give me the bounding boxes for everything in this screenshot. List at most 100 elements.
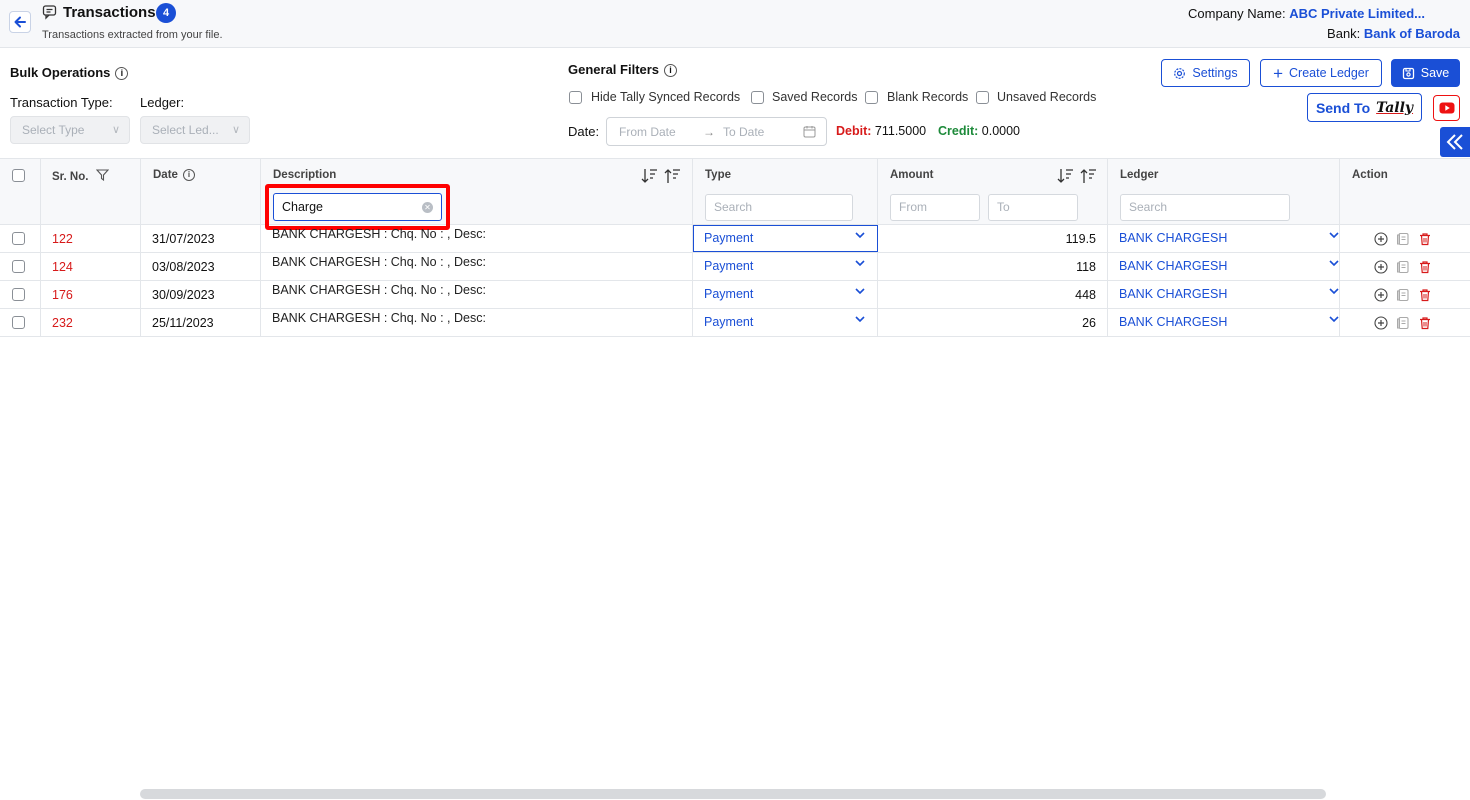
info-icon[interactable]: i bbox=[664, 64, 678, 78]
type-select[interactable]: Payment bbox=[704, 231, 753, 245]
youtube-icon bbox=[1439, 102, 1454, 114]
collapse-panel-button[interactable] bbox=[1440, 127, 1470, 157]
row-checkbox[interactable] bbox=[12, 288, 25, 301]
ledger-select[interactable]: BANK CHARGESH bbox=[1119, 287, 1227, 301]
amount-to-input[interactable]: To bbox=[988, 194, 1078, 221]
copy-icon[interactable] bbox=[1396, 316, 1410, 330]
add-icon[interactable] bbox=[1374, 232, 1388, 246]
saved-records-checkbox[interactable] bbox=[751, 91, 764, 104]
bank-info: Bank: Bank of Baroda bbox=[1327, 26, 1460, 41]
send-to-tally-button[interactable]: Send To Tally bbox=[1307, 93, 1422, 122]
chevron-down-icon[interactable] bbox=[855, 258, 865, 268]
send-to-label: Send To bbox=[1315, 99, 1371, 116]
create-ledger-button[interactable]: + Create Ledger bbox=[1260, 59, 1382, 87]
amount-cell: 118 bbox=[1076, 260, 1096, 274]
delete-icon[interactable] bbox=[1418, 260, 1432, 274]
date-range-picker[interactable]: From Date → To Date bbox=[606, 117, 827, 146]
save-button[interactable]: Save bbox=[1391, 59, 1460, 87]
chevron-down-icon[interactable] bbox=[855, 314, 865, 324]
copy-icon[interactable] bbox=[1396, 260, 1410, 274]
horizontal-scrollbar[interactable] bbox=[140, 789, 1326, 799]
back-button[interactable] bbox=[9, 11, 31, 33]
bulk-ledger-select[interactable]: Select Led... ∨ bbox=[140, 116, 250, 144]
from-date-input[interactable]: From Date bbox=[619, 125, 676, 139]
debit-label: Debit: bbox=[836, 124, 872, 138]
sr-no-cell[interactable]: 124 bbox=[52, 260, 73, 274]
info-icon[interactable]: i bbox=[182, 169, 195, 181]
row-checkbox[interactable] bbox=[12, 316, 25, 329]
table-row[interactable]: 122 31/07/2023 BANK CHARGESH : Chq. No : ,… bbox=[0, 225, 1470, 253]
calendar-icon[interactable] bbox=[803, 125, 816, 138]
unsaved-records-checkbox[interactable] bbox=[976, 91, 989, 104]
select-all-checkbox[interactable] bbox=[12, 169, 25, 182]
add-icon[interactable] bbox=[1374, 316, 1388, 330]
table-row[interactable]: 232 25/11/2023 BANK CHARGESH : Chq. No : ,… bbox=[0, 309, 1470, 337]
row-checkbox[interactable] bbox=[12, 260, 25, 273]
delete-icon[interactable] bbox=[1418, 232, 1432, 246]
page-subtitle: Transactions extracted from your file. bbox=[42, 29, 223, 41]
header-sr-label: Sr. No. bbox=[52, 171, 89, 183]
company-value[interactable]: ABC Private Limited... bbox=[1289, 6, 1425, 21]
type-select[interactable]: Payment bbox=[704, 315, 753, 329]
page-title: Transactions bbox=[63, 4, 156, 21]
ledger-filter-input[interactable]: Search bbox=[1120, 194, 1290, 221]
saved-records-label: Saved Records bbox=[772, 90, 858, 104]
blank-records-checkbox[interactable] bbox=[865, 91, 878, 104]
filter-icon[interactable] bbox=[95, 169, 109, 182]
bank-label: Bank: bbox=[1327, 26, 1361, 41]
sr-no-cell[interactable]: 176 bbox=[52, 288, 73, 302]
amount-from-input[interactable]: From bbox=[890, 194, 980, 221]
arrow-left-icon bbox=[14, 16, 26, 28]
delete-icon[interactable] bbox=[1418, 316, 1432, 330]
page-header: Transactions 4 Transactions extracted fr… bbox=[0, 0, 1470, 48]
copy-icon[interactable] bbox=[1396, 288, 1410, 302]
arrow-right-icon: → bbox=[703, 125, 715, 139]
bulk-type-select[interactable]: Select Type ∨ bbox=[10, 116, 130, 144]
table-row[interactable]: 176 30/09/2023 BANK CHARGESH : Chq. No : ,… bbox=[0, 281, 1470, 309]
debit-value: 711.5000 bbox=[874, 124, 927, 138]
info-icon[interactable]: i bbox=[115, 67, 129, 81]
amount-cell: 26 bbox=[1082, 316, 1096, 330]
bulk-operations-title: Bulk Operations i bbox=[10, 65, 129, 81]
sort-icon[interactable] bbox=[1057, 167, 1097, 185]
type-select[interactable]: Payment bbox=[704, 287, 753, 301]
hide-tally-synced-label: Hide Tally Synced Records bbox=[591, 90, 741, 104]
description-cell: BANK CHARGESH : Chq. No : , Desc: bbox=[272, 255, 486, 269]
type-select[interactable]: Payment bbox=[704, 259, 753, 273]
chevron-down-icon[interactable] bbox=[855, 230, 865, 240]
debit-summary: Debit: 711.5000 bbox=[836, 124, 926, 138]
settings-button[interactable]: Settings bbox=[1161, 59, 1250, 87]
header-amount: Amount bbox=[890, 169, 934, 181]
type-filter-input[interactable]: Search bbox=[705, 194, 853, 221]
ledger-select[interactable]: BANK CHARGESH bbox=[1119, 315, 1227, 329]
plus-icon: + bbox=[1273, 63, 1283, 83]
table-row[interactable]: 124 03/08/2023 BANK CHARGESH : Chq. No : ,… bbox=[0, 253, 1470, 281]
ledger-select[interactable]: BANK CHARGESH bbox=[1119, 231, 1227, 245]
youtube-button[interactable] bbox=[1433, 95, 1460, 121]
chevron-down-icon[interactable] bbox=[1329, 314, 1339, 324]
bulk-operations-label: Bulk Operations bbox=[10, 65, 111, 80]
amount-cell: 448 bbox=[1075, 288, 1096, 302]
save-label: Save bbox=[1420, 66, 1450, 80]
delete-icon[interactable] bbox=[1418, 288, 1432, 302]
chevron-down-icon[interactable] bbox=[855, 286, 865, 296]
chevron-down-icon: ∨ bbox=[231, 124, 240, 136]
bank-value[interactable]: Bank of Baroda bbox=[1364, 26, 1460, 41]
add-icon[interactable] bbox=[1374, 260, 1388, 274]
sr-no-cell[interactable]: 232 bbox=[52, 316, 73, 330]
sort-icon[interactable] bbox=[641, 167, 681, 185]
row-checkbox[interactable] bbox=[12, 232, 25, 245]
add-icon[interactable] bbox=[1374, 288, 1388, 302]
ledger-select[interactable]: BANK CHARGESH bbox=[1119, 259, 1227, 273]
save-icon bbox=[1402, 67, 1414, 79]
sr-no-cell[interactable]: 122 bbox=[52, 232, 73, 246]
hide-tally-synced-checkbox[interactable] bbox=[569, 91, 582, 104]
header-sr-no: Sr. No. bbox=[52, 169, 109, 183]
bulk-ledger-placeholder: Select Led... bbox=[152, 123, 219, 137]
copy-icon[interactable] bbox=[1396, 232, 1410, 246]
chevron-down-icon[interactable] bbox=[1329, 230, 1339, 240]
to-date-input[interactable]: To Date bbox=[723, 125, 764, 139]
credit-value: 0.0000 bbox=[981, 124, 1020, 138]
chevron-down-icon[interactable] bbox=[1329, 258, 1339, 268]
chevron-down-icon[interactable] bbox=[1329, 286, 1339, 296]
